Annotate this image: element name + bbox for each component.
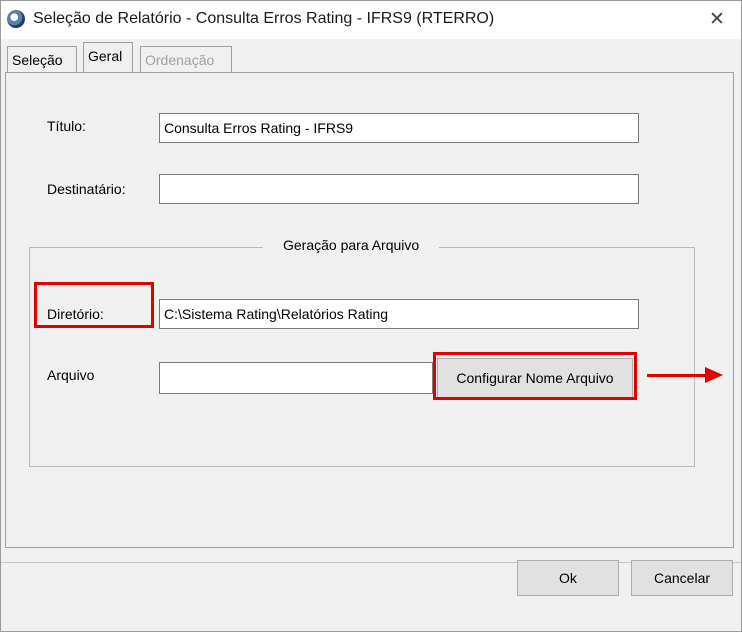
arquivo-input[interactable] <box>159 362 433 394</box>
diretorio-input[interactable] <box>159 299 639 329</box>
title-bar: Seleção de Relatório - Consulta Erros Ra… <box>1 1 741 39</box>
tab-ordenacao: Ordenação <box>140 46 232 72</box>
cancel-button[interactable]: Cancelar <box>631 560 733 596</box>
close-icon[interactable]: ✕ <box>701 7 733 33</box>
annotation-arrow-line <box>647 374 709 377</box>
destinatario-input[interactable] <box>159 174 639 204</box>
titulo-label: Título: <box>47 118 86 134</box>
ok-button[interactable]: Ok <box>517 560 619 596</box>
report-selection-dialog: Seleção de Relatório - Consulta Erros Ra… <box>0 0 742 632</box>
footer-divider <box>1 562 741 563</box>
file-generation-group-title: Geração para Arquivo <box>263 237 440 253</box>
diretorio-label: Diretório: <box>47 306 104 322</box>
tab-geral[interactable]: Geral <box>83 42 133 72</box>
file-generation-group <box>29 247 695 467</box>
arquivo-label: Arquivo <box>47 367 95 383</box>
tab-selecao[interactable]: Seleção <box>7 46 77 72</box>
annotation-arrow-icon <box>705 367 723 383</box>
window-title: Seleção de Relatório - Consulta Erros Ra… <box>33 10 495 27</box>
app-logo-icon <box>7 10 25 28</box>
titulo-input[interactable] <box>159 113 639 143</box>
destinatario-label: Destinatário: <box>47 181 126 197</box>
configure-filename-button[interactable]: Configurar Nome Arquivo <box>437 358 633 398</box>
